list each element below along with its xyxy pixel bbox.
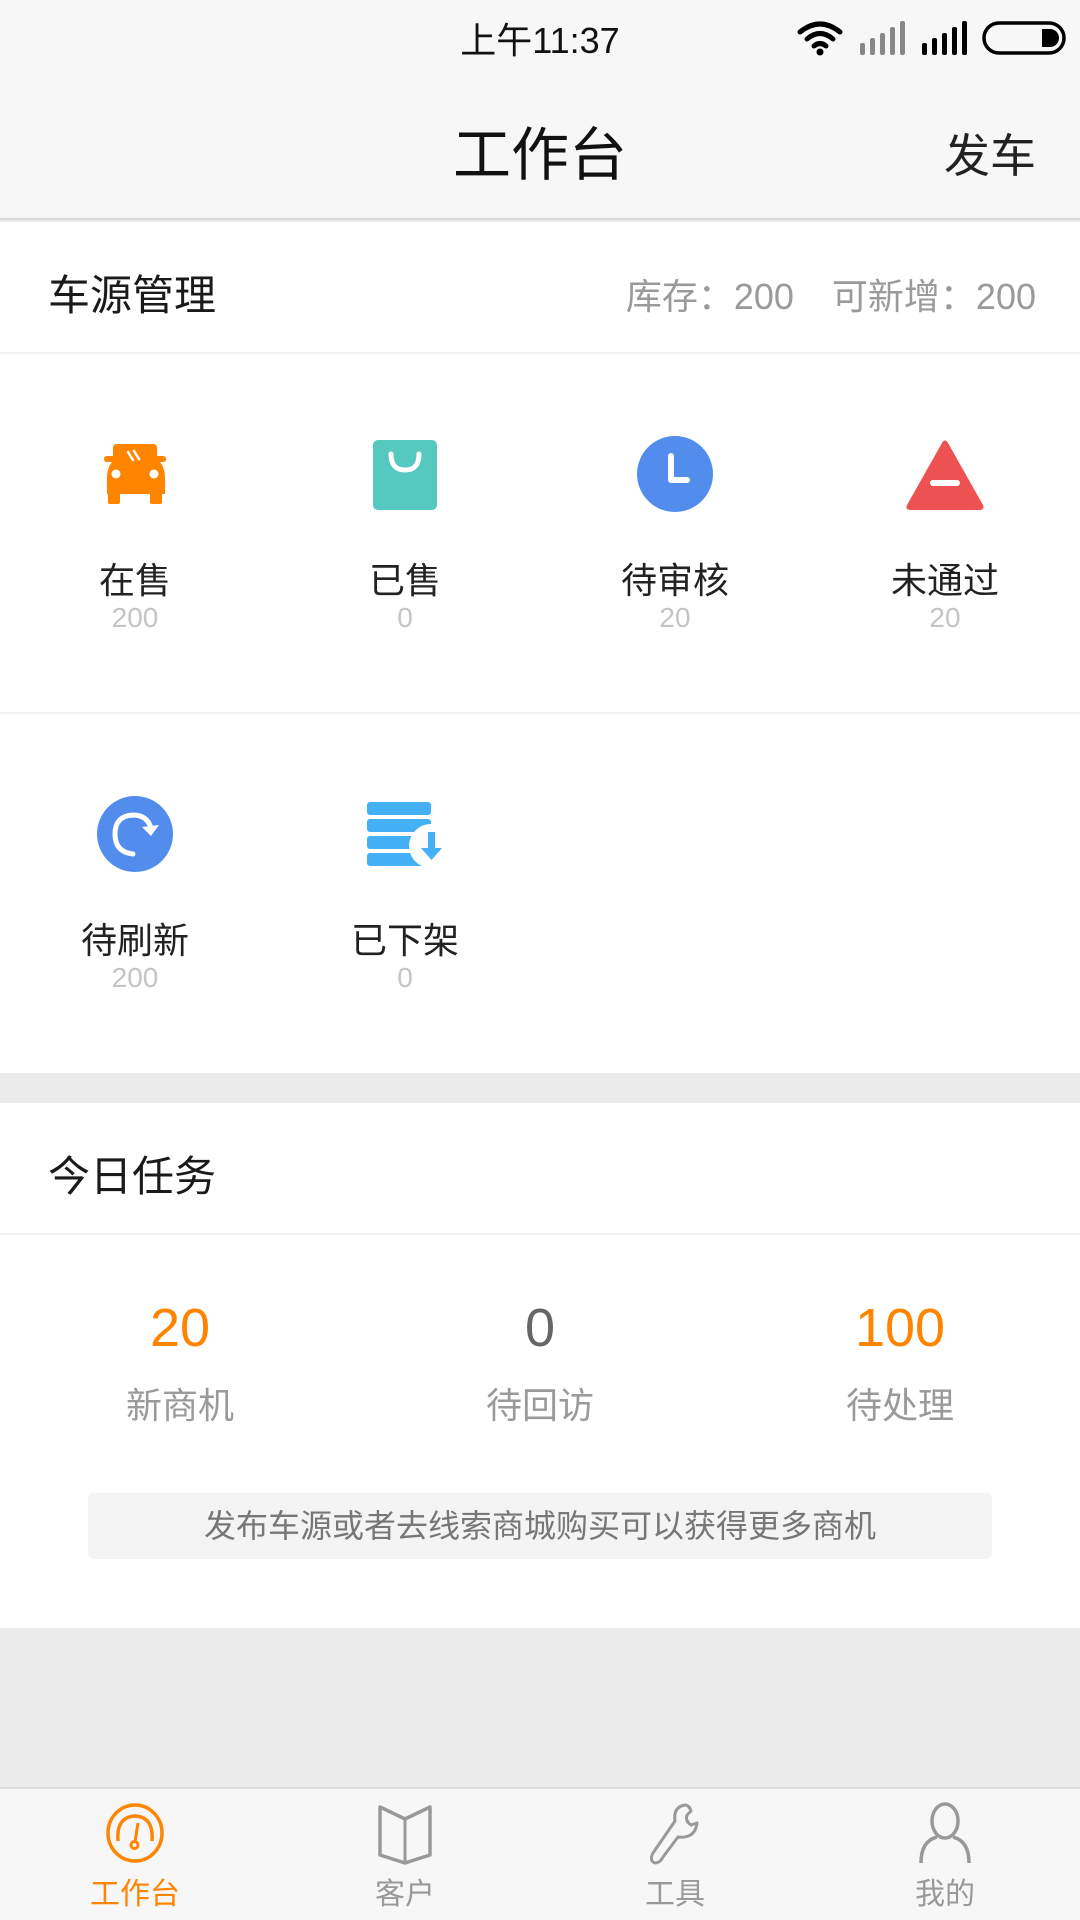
tab-label: 工具 (645, 1878, 705, 1911)
nav-bar: 工作台 发车 (0, 76, 1080, 220)
inventory-row-2: 待刷新 200 已下架 0 (0, 714, 1080, 1072)
tab-label: 我的 (915, 1878, 975, 1911)
tab-label: 工作台 (90, 1878, 180, 1911)
inventory-item-rejected[interactable]: 未通过 20 (810, 354, 1080, 712)
stock-count: 库存：200 (625, 276, 794, 317)
inventory-section: 车源管理 库存：200 可新增：200 在售 200 已售 0 待审核 20 未… (0, 222, 1080, 1073)
tasks-header: 今日任务 (0, 1103, 1080, 1235)
stat-label: 新商机 (125, 1385, 234, 1426)
item-count: 20 (929, 602, 961, 633)
item-count: 200 (111, 962, 159, 993)
tab-mine[interactable]: 我的 (810, 1789, 1080, 1920)
tab-label: 客户 (375, 1878, 435, 1911)
task-stats: 20 新商机 0 待回访 100 待处理 发布车源或者去线索商城购买可以获得更多… (0, 1235, 1080, 1559)
user-icon (919, 1802, 971, 1864)
item-count: 0 (397, 602, 413, 633)
addable-count: 可新增：200 (831, 276, 1036, 317)
tasks-title: 今日任务 (48, 1153, 217, 1200)
wifi-icon (797, 21, 843, 56)
item-label: 待刷新 (80, 920, 189, 961)
item-label: 在售 (98, 560, 171, 601)
wrench-icon (649, 1803, 699, 1865)
item-count: 20 (659, 602, 691, 633)
publish-car-button[interactable]: 发车 (944, 120, 1036, 186)
book-icon (378, 1805, 432, 1865)
stat-new-leads[interactable]: 20 新商机 (0, 1235, 360, 1493)
stat-label: 待回访 (485, 1385, 594, 1426)
item-label: 待审核 (620, 560, 729, 601)
stat-value: 100 (854, 1298, 946, 1358)
inventory-item-on-sale[interactable]: 在售 200 (0, 354, 270, 712)
page-title: 工作台 (452, 123, 627, 188)
list-download-icon (367, 802, 445, 868)
stat-label: 待处理 (845, 1385, 954, 1426)
stat-pending-followup[interactable]: 0 待回访 (360, 1235, 720, 1493)
bottom-tab-bar: 工作台 客户 工具 我的 (0, 1787, 1080, 1920)
tab-workbench[interactable]: 工作台 (0, 1789, 270, 1920)
inventory-item-delisted[interactable]: 已下架 0 (270, 714, 540, 1072)
stat-pending-handle[interactable]: 100 待处理 (720, 1235, 1080, 1493)
inventory-header: 车源管理 库存：200 可新增：200 (0, 222, 1080, 354)
inventory-item-pending-review[interactable]: 待审核 20 (540, 354, 810, 712)
leads-tip-banner[interactable]: 发布车源或者去线索商城购买可以获得更多商机 (88, 1493, 992, 1559)
tab-tools[interactable]: 工具 (540, 1789, 810, 1920)
signal-weak-icon (860, 21, 905, 55)
inventory-title: 车源管理 (48, 272, 217, 319)
item-label: 未通过 (890, 560, 999, 601)
tab-customers[interactable]: 客户 (270, 1789, 540, 1920)
status-bar: 上午11:37 (0, 0, 1080, 76)
battery-icon (982, 21, 1066, 55)
item-count: 200 (111, 602, 159, 633)
item-count: 0 (397, 962, 413, 993)
shopping-bag-icon (373, 440, 437, 510)
car-icon (104, 444, 166, 504)
tasks-section: 今日任务 20 新商机 0 待回访 100 待处理 发布车源或者去线索商城购买可… (0, 1103, 1080, 1628)
clock-icon (637, 436, 713, 512)
inventory-row-1: 在售 200 已售 0 待审核 20 未通过 20 (0, 354, 1080, 714)
inventory-item-sold[interactable]: 已售 0 (270, 354, 540, 712)
refresh-icon (97, 796, 173, 872)
item-label: 已售 (368, 560, 441, 601)
item-label: 已下架 (350, 920, 459, 961)
dashboard-gauge-icon (106, 1803, 164, 1863)
inventory-item-pending-refresh[interactable]: 待刷新 200 (0, 714, 270, 1072)
stat-value: 0 (524, 1298, 556, 1358)
status-icons (796, 18, 1066, 58)
inventory-meta: 库存：200 可新增：200 (626, 268, 1036, 320)
signal-full-icon (922, 21, 967, 55)
stat-value: 20 (149, 1298, 211, 1358)
warning-triangle-icon (906, 440, 984, 510)
